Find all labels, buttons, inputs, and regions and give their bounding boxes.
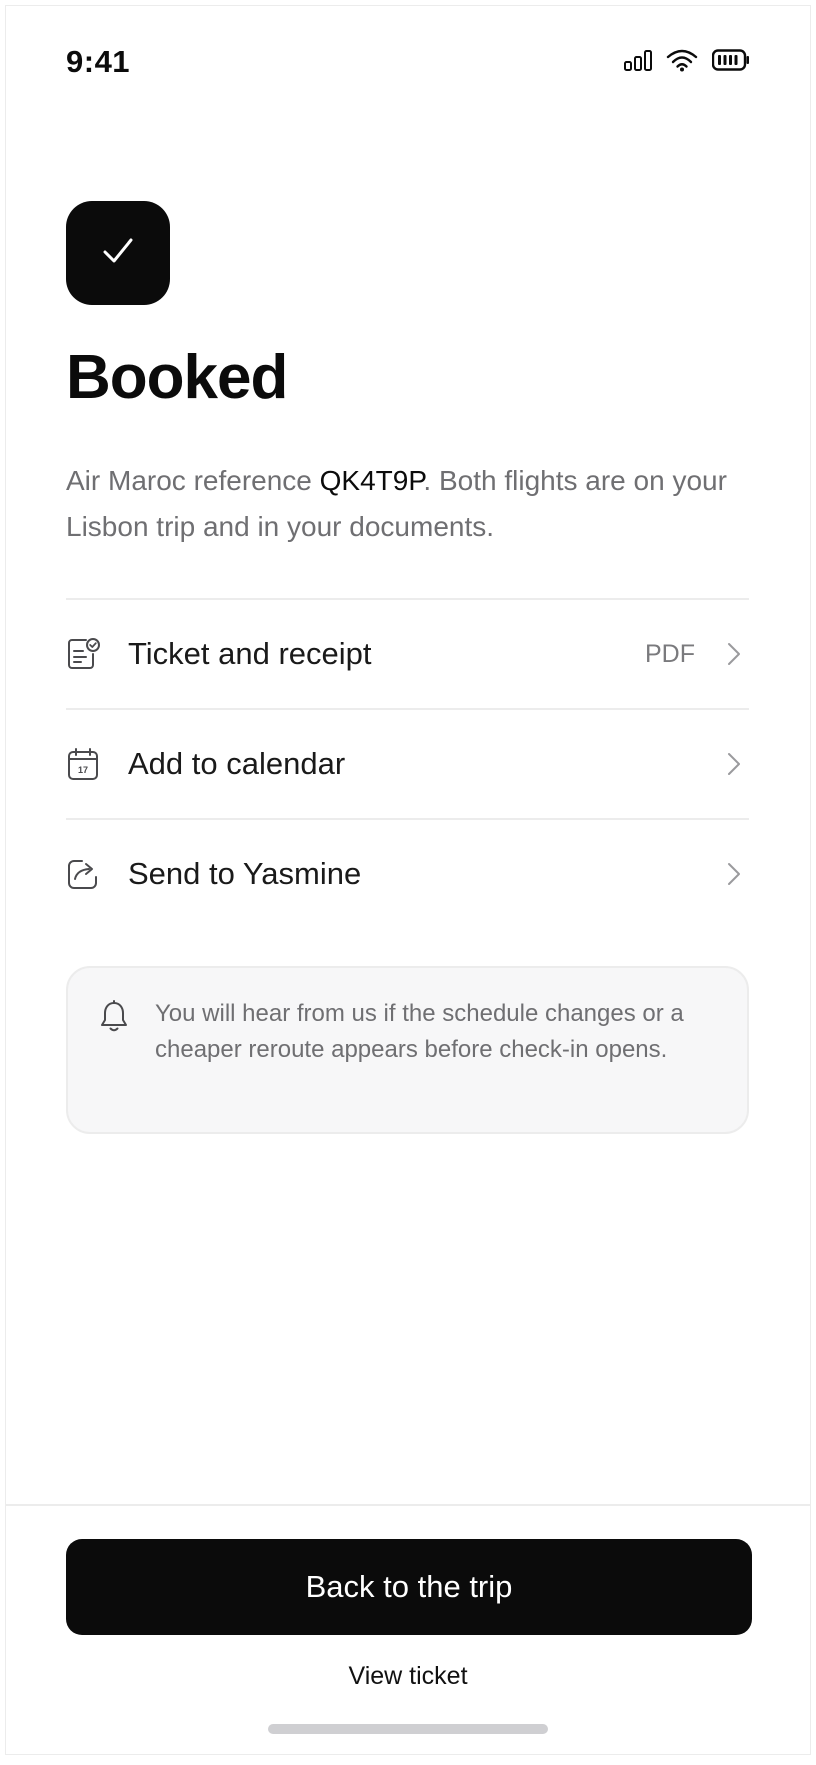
calendar-icon: 17: [66, 747, 100, 781]
back-to-trip-button[interactable]: Back to the trip: [66, 1539, 752, 1635]
footer: Back to the trip View ticket: [6, 1504, 810, 1754]
home-indicator[interactable]: [268, 1724, 548, 1734]
ticket-format-label: PDF: [645, 639, 695, 668]
action-list: Ticket and receipt PDF 17 Add to calenda…: [66, 598, 749, 928]
bell-icon: [98, 1000, 130, 1039]
checkmark-icon: [101, 236, 135, 271]
status-time: 9:41: [66, 44, 131, 79]
booking-summary: Air Maroc reference QK4T9P. Both flights…: [66, 458, 746, 550]
receipt-check-icon: [66, 637, 100, 671]
share-icon: [66, 857, 100, 891]
chevron-right-icon: [728, 643, 740, 665]
status-icons: [624, 48, 750, 72]
notice-text: You will hear from us if the schedule ch…: [155, 1000, 684, 1063]
notification-notice: You will hear from us if the schedule ch…: [66, 966, 749, 1134]
view-ticket-link[interactable]: View ticket: [6, 1661, 810, 1692]
svg-text:17: 17: [78, 765, 88, 775]
booking-reference: QK4T9P: [319, 465, 424, 496]
wifi-icon: [666, 48, 698, 72]
add-to-calendar-row[interactable]: 17 Add to calendar: [66, 710, 749, 820]
battery-icon: [712, 49, 750, 71]
ticket-and-receipt-label: Ticket and receipt: [128, 636, 372, 671]
chevron-right-icon: [728, 753, 740, 775]
success-badge: [66, 201, 170, 305]
add-to-calendar-label: Add to calendar: [128, 746, 346, 781]
chevron-right-icon: [728, 863, 740, 885]
booking-confirmation-screen: 9:41 Booked Air Maroc reference QK4T9P. …: [5, 5, 811, 1755]
send-to-contact-row[interactable]: Send to Yasmine: [66, 820, 749, 928]
status-bar: 9:41: [6, 6, 810, 116]
signal-icon: [624, 49, 652, 71]
intro-prefix: Air Maroc reference: [66, 465, 320, 496]
send-to-contact-label: Send to Yasmine: [128, 856, 362, 891]
page-title: Booked: [66, 343, 288, 412]
ticket-and-receipt-row[interactable]: Ticket and receipt PDF: [66, 600, 749, 710]
